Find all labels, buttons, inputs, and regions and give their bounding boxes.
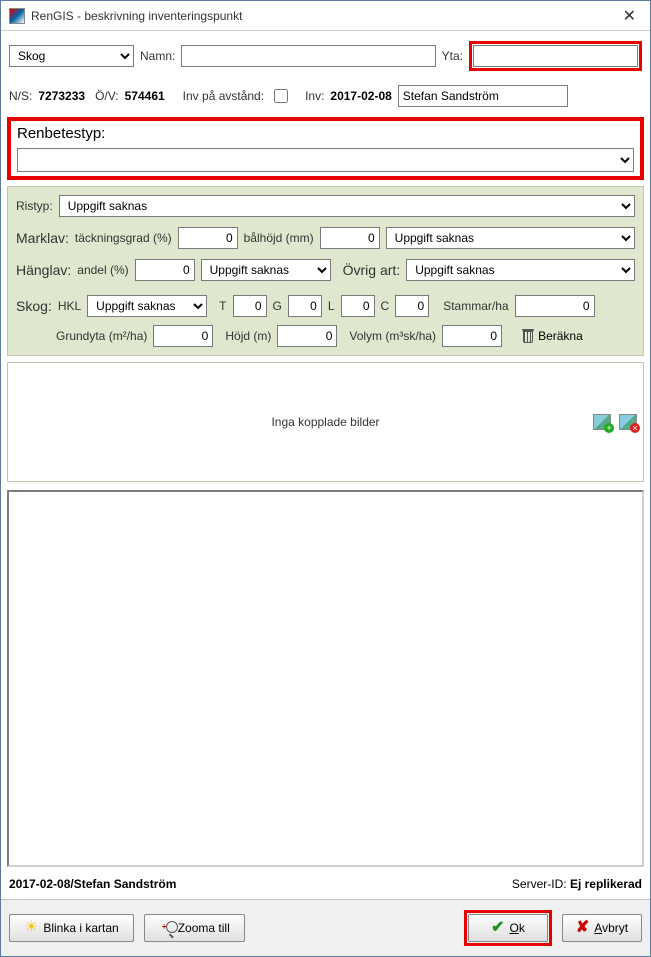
ok-label: Ok xyxy=(510,921,525,935)
volym-label: Volym (m³sk/ha) xyxy=(349,329,436,343)
t-input[interactable] xyxy=(233,295,267,317)
zooma-label: Zooma till xyxy=(178,921,230,935)
marklav-balhojd-label: bålhöjd (mm) xyxy=(244,231,314,245)
g-input[interactable] xyxy=(288,295,322,317)
ns-label: N/S: xyxy=(9,89,32,103)
skog-row-2: Grundyta (m²/ha) Höjd (m) Volym (m³sk/ha… xyxy=(16,325,635,347)
volym-input[interactable] xyxy=(442,325,502,347)
berakna-button[interactable]: Beräkna xyxy=(522,329,583,343)
g-label: G xyxy=(273,299,282,313)
hanglav-status-select[interactable]: Uppgift saknas xyxy=(201,259,331,281)
grundyta-label: Grundyta (m²/ha) xyxy=(56,329,147,343)
ovrig-art-label: Övrig art: xyxy=(343,262,401,278)
blinka-button[interactable]: ☀ Blinka i kartan xyxy=(9,914,134,942)
top-row-1: Skog Namn: Yta: xyxy=(7,37,644,75)
hojd-input[interactable] xyxy=(277,325,337,347)
inv-avstand-label: Inv på avstånd: xyxy=(183,89,264,103)
remove-image-icon[interactable] xyxy=(619,414,637,430)
add-image-icon[interactable] xyxy=(593,414,611,430)
status-left: 2017-02-08/Stefan Sandström xyxy=(9,877,512,891)
stammar-label: Stammar/ha xyxy=(443,299,508,313)
renbetestyp-label: Renbetestyp: xyxy=(17,125,634,142)
marklav-tg-input[interactable] xyxy=(178,227,238,249)
images-panel: Inga kopplade bilder xyxy=(7,362,644,482)
marklav-label: Marklav: xyxy=(16,230,69,246)
marklav-tg-label: täckningsgrad (%) xyxy=(75,231,172,245)
hanglav-andel-label: andel (%) xyxy=(77,263,128,277)
close-icon[interactable]: ✕ xyxy=(617,6,642,26)
ov-label: Ö/V: xyxy=(95,89,119,103)
yta-label: Yta: xyxy=(442,49,463,63)
blinka-label: Blinka i kartan xyxy=(43,921,118,935)
details-panel: Ristyp: Uppgift saknas Marklav: täckning… xyxy=(7,186,644,356)
hkl-select[interactable]: Uppgift saknas xyxy=(87,295,207,317)
stammar-input[interactable] xyxy=(515,295,595,317)
ristyp-select[interactable]: Uppgift saknas xyxy=(59,195,635,217)
c-label: C xyxy=(381,299,390,313)
ristyp-row: Ristyp: Uppgift saknas xyxy=(16,195,635,217)
marklav-row: Marklav: täckningsgrad (%) bålhöjd (mm) … xyxy=(16,227,635,249)
grundyta-input[interactable] xyxy=(153,325,213,347)
inv-avstand-checkbox[interactable] xyxy=(274,89,288,103)
marklav-status-select[interactable]: Uppgift saknas xyxy=(386,227,635,249)
yta-input[interactable] xyxy=(473,45,638,67)
skog-row-1: Skog: HKL Uppgift saknas T G L C Stammar… xyxy=(16,295,635,317)
server-id-label: Server-ID: xyxy=(512,877,567,891)
inv-label: Inv: xyxy=(305,89,324,103)
zooma-button[interactable]: + Zooma till xyxy=(144,914,245,942)
inv-date: 2017-02-08 xyxy=(330,89,391,103)
c-input[interactable] xyxy=(395,295,429,317)
namn-label: Namn: xyxy=(140,49,175,63)
hojd-label: Höjd (m) xyxy=(225,329,271,343)
avbryt-button[interactable]: ✘ Avbryt xyxy=(562,914,642,942)
status-right: Server-ID: Ej replikerad xyxy=(512,877,642,891)
hanglav-row: Hänglav: andel (%) Uppgift saknas Övrig … xyxy=(16,259,635,281)
no-images-label: Inga kopplade bilder xyxy=(271,415,379,429)
app-icon xyxy=(9,8,25,24)
l-input[interactable] xyxy=(341,295,375,317)
notes-textarea[interactable] xyxy=(7,490,644,867)
hanglav-label: Hänglav: xyxy=(16,262,71,278)
yta-highlight xyxy=(469,41,642,71)
renbetestyp-highlight: Renbetestyp: xyxy=(7,117,644,180)
inv-person-input[interactable] xyxy=(398,85,568,107)
titlebar: RenGIS - beskrivning inventeringspunkt ✕ xyxy=(1,1,650,31)
ov-value: 574461 xyxy=(125,89,165,103)
marklav-balhojd-input[interactable] xyxy=(320,227,380,249)
window-title: RenGIS - beskrivning inventeringspunkt xyxy=(31,9,617,23)
check-icon: ✔ xyxy=(491,920,504,936)
namn-input[interactable] xyxy=(181,45,435,67)
skog-label: Skog: xyxy=(16,298,52,314)
server-id-value: Ej replikerad xyxy=(570,877,642,891)
category-select[interactable]: Skog xyxy=(9,45,134,67)
l-label: L xyxy=(328,299,335,313)
app-window: RenGIS - beskrivning inventeringspunkt ✕… xyxy=(0,0,651,957)
avbryt-label: Avbryt xyxy=(594,921,628,935)
renbetestyp-select[interactable] xyxy=(17,148,634,172)
ns-value: 7273233 xyxy=(38,89,85,103)
ok-highlight: ✔ Ok xyxy=(464,910,552,946)
berakna-label: Beräkna xyxy=(538,329,583,343)
status-row: 2017-02-08/Stefan Sandström Server-ID: E… xyxy=(7,875,644,893)
hkl-label: HKL xyxy=(58,299,81,313)
content-area: Skog Namn: Yta: N/S: 7273233 Ö/V: 574461… xyxy=(1,31,650,899)
top-row-2: N/S: 7273233 Ö/V: 574461 Inv på avstånd:… xyxy=(7,81,644,111)
ok-button[interactable]: ✔ Ok xyxy=(468,914,548,942)
ovrig-art-select[interactable]: Uppgift saknas xyxy=(406,259,635,281)
t-label: T xyxy=(219,299,226,313)
x-icon: ✘ xyxy=(576,920,589,936)
ristyp-label: Ristyp: xyxy=(16,199,53,213)
hanglav-andel-input[interactable] xyxy=(135,259,195,281)
sun-icon: ☀ xyxy=(24,920,38,936)
button-bar: ☀ Blinka i kartan + Zooma till ✔ Ok ✘ Av… xyxy=(1,899,650,956)
magnifier-icon: + xyxy=(159,921,173,935)
trash-icon xyxy=(522,329,534,343)
